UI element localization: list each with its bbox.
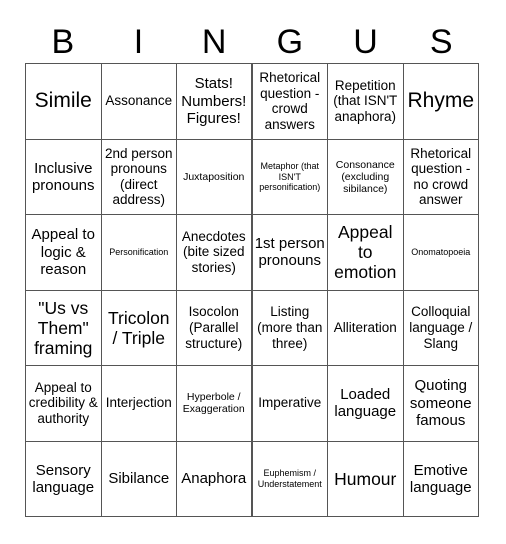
header-letter: U	[353, 23, 378, 61]
bingo-cell[interactable]: Alliteration	[328, 290, 404, 366]
bingo-cell[interactable]: Repetition (that ISN'T anaphora)	[328, 64, 404, 140]
bingo-cell[interactable]: Appeal to logic & reason	[26, 215, 102, 291]
bingo-cell[interactable]: Simile	[26, 64, 102, 140]
bingo-board: Simile Assonance Stats! Numbers! Figures! R…	[25, 63, 479, 517]
bingo-cell[interactable]: Stats! Numbers! Figures!	[177, 64, 253, 140]
bingo-cell[interactable]: Emotive language	[403, 441, 479, 517]
bingo-cell[interactable]: Assonance	[101, 64, 177, 140]
bingo-cell[interactable]: Isocolon (Parallel structure)	[177, 290, 253, 366]
bingo-cell[interactable]: Inclusive pronouns	[26, 139, 102, 215]
bingo-cell[interactable]: Imperative	[252, 366, 328, 442]
bingo-cell[interactable]: Loaded language	[328, 366, 404, 442]
bingo-cell[interactable]: Rhyme	[403, 64, 479, 140]
bingo-cell[interactable]: Personification	[101, 215, 177, 291]
bingo-cell[interactable]: Appeal to emotion	[328, 215, 404, 291]
bingo-cell[interactable]: 2nd person pronouns (direct address)	[101, 139, 177, 215]
bingo-cell[interactable]: Anecdotes (bite sized stories)	[177, 215, 253, 291]
header-letter: G	[276, 23, 304, 61]
bingo-cell[interactable]: "Us vs Them" framing	[26, 290, 102, 366]
header-letter: B	[51, 23, 75, 61]
bingo-cell[interactable]: Euphemism / Understatement	[252, 441, 328, 517]
bingo-cell[interactable]: Humour	[328, 441, 404, 517]
bingo-cell[interactable]: Quoting someone famous	[403, 366, 479, 442]
bingo-cell[interactable]: Rhetorical question - no crowd answer	[403, 139, 479, 215]
bingo-cell[interactable]: Anaphora	[177, 441, 253, 517]
header-letter: S	[429, 23, 453, 61]
bingo-cell[interactable]: Rhetorical question - crowd answers	[252, 64, 328, 140]
bingo-cell[interactable]: Metaphor (that ISN'T personification)	[252, 139, 328, 215]
bingo-cell[interactable]: Interjection	[101, 366, 177, 442]
header-letter: I	[133, 23, 144, 61]
header-letter: N	[201, 23, 227, 61]
bingo-cell[interactable]: Sibilance	[101, 441, 177, 517]
bingo-cell[interactable]: Listing (more than three)	[252, 290, 328, 366]
bingo-cell[interactable]: Colloquial language / Slang	[403, 290, 479, 366]
bingo-cell[interactable]: 1st person pronouns	[252, 215, 328, 291]
bingo-cell[interactable]: Juxtaposition	[177, 139, 253, 215]
bingo-cell[interactable]: Sensory language	[26, 441, 102, 517]
bingo-cell[interactable]: Appeal to credibility & authority	[26, 366, 102, 442]
bingo-cell[interactable]: Hyperbole / Exaggeration	[177, 366, 253, 442]
bingo-cell[interactable]: Onomatopoeia	[403, 215, 479, 291]
bingo-cell[interactable]: Consonance (excluding sibilance)	[328, 139, 404, 215]
bingo-header: B I N G U S	[25, 22, 479, 62]
bingo-cell[interactable]: Tricolon / Triple	[101, 290, 177, 366]
